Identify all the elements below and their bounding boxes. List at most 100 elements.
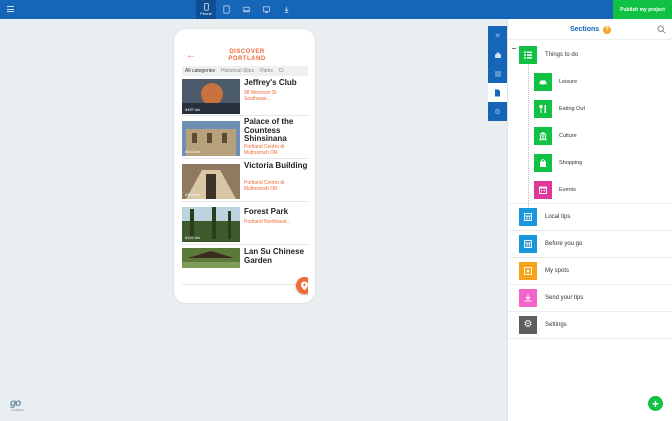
place-address: Portland Centro di Multnomah OR [244, 180, 285, 192]
plus-icon: + [651, 396, 659, 411]
section-things-to-do[interactable]: Things to do [519, 44, 578, 65]
section-label: Before you go [545, 240, 583, 247]
phone-screen: ← DISCOVER PORTLAND All categories Histo… [182, 47, 308, 309]
tab-historical-sites[interactable]: Historical Sites [218, 68, 257, 74]
grid-icon [524, 212, 532, 221]
cutlery-icon [539, 104, 546, 113]
section-label: Leisure [559, 78, 578, 85]
subsection-shopping[interactable]: Shopping [534, 152, 582, 173]
hamburger-menu-icon[interactable] [7, 6, 14, 12]
subsection-leisure[interactable]: Leisure [534, 71, 577, 92]
list-item[interactable]: Lan Su Chinese Garden [182, 247, 308, 285]
row-divider [508, 284, 672, 285]
desktop-icon [262, 6, 270, 14]
back-arrow-icon[interactable]: ← [186, 51, 196, 61]
tab-all-categories[interactable]: All categories [182, 68, 218, 74]
settings-button[interactable]: ⚙ [488, 102, 507, 121]
section-label: My spots [545, 267, 570, 274]
list-item[interactable]: 5497 km Jeffrey's Club 98 Morrison St So… [182, 78, 308, 116]
favorites-icon [524, 266, 532, 275]
place-thumbnail: 6165 km [182, 207, 240, 242]
calendar-icon [539, 186, 547, 194]
panel-title: Sections [570, 26, 600, 33]
section-label: Events [559, 186, 576, 193]
gear-icon: ⚙ [523, 319, 533, 330]
map-button[interactable] [296, 277, 308, 294]
tablet-icon [222, 5, 230, 14]
device-phone-label: Phone [200, 11, 212, 16]
place-thumbnail: 5497 km [182, 79, 240, 114]
add-section-button[interactable]: + [648, 396, 663, 411]
device-laptop-button[interactable] [236, 0, 256, 19]
home-icon [494, 51, 501, 58]
tab-more[interactable]: Ci [276, 68, 287, 74]
document-icon [495, 89, 500, 96]
subsection-eating-out[interactable]: Eating Out [534, 98, 585, 119]
subsection-culture[interactable]: Culture [534, 125, 577, 146]
place-address: Portland Northwest... [244, 219, 291, 225]
section-icon [534, 72, 552, 91]
sections-panel: Sections ? Things to do Leisure Eating O… [507, 19, 672, 421]
grid-icon [524, 239, 532, 248]
download-icon [284, 6, 288, 13]
place-thumbnail: 6004 km [182, 121, 240, 156]
list-item[interactable]: 6165 km Forest Park Portland Northwest..… [182, 204, 308, 245]
museum-icon [539, 131, 547, 140]
device-phone-button[interactable]: Phone [196, 0, 216, 19]
section-label: Send your tips [545, 294, 584, 301]
upload-icon [524, 294, 532, 301]
menu-list-button[interactable] [488, 64, 507, 83]
home-button[interactable] [488, 45, 507, 64]
tab-parks[interactable]: Parks [257, 68, 276, 74]
subsection-events[interactable]: Events [534, 179, 576, 200]
device-download-button[interactable] [276, 0, 296, 19]
place-title: Forest Park [244, 207, 289, 216]
distance-label: 6104 km [185, 192, 201, 197]
category-tabs: All categories Historical Sites Parks Ci [182, 66, 308, 76]
place-address: Portland Centro di Multnomah OR [244, 144, 285, 156]
device-tablet-button[interactable] [216, 0, 236, 19]
close-panel-button[interactable]: ✕ [488, 26, 507, 45]
section-send-your-tips[interactable]: Send your tips [519, 287, 583, 308]
section-label: Culture [559, 132, 577, 139]
distance-label: 6165 km [185, 235, 201, 240]
place-address: 98 Morrison St Southeast... [244, 90, 277, 102]
section-label: Shopping [559, 159, 583, 166]
list-item[interactable]: 6004 km Palace of the Countess Shinsinan… [182, 117, 308, 159]
section-label: Settings [545, 321, 567, 328]
section-label: Local tips [545, 213, 571, 220]
row-divider [508, 311, 672, 312]
section-icon: ⚙ [519, 315, 537, 334]
pages-button[interactable] [488, 83, 507, 102]
section-icon [534, 126, 552, 145]
section-my-spots[interactable]: My spots [519, 260, 569, 281]
phone-preview: ← DISCOVER PORTLAND All categories Histo… [174, 29, 315, 303]
row-divider [508, 203, 672, 204]
top-toolbar: Phone Publish my project [0, 0, 672, 19]
list-icon [524, 51, 532, 59]
section-label: Things to do [545, 51, 579, 58]
publish-button[interactable]: Publish my project [613, 0, 672, 19]
section-icon [534, 99, 552, 118]
search-icon[interactable] [657, 25, 666, 34]
place-title: Lan Su Chinese Garden [244, 247, 305, 265]
shopping-bag-icon [540, 158, 546, 167]
section-icon [534, 180, 552, 199]
section-icon [519, 234, 537, 253]
close-icon: ✕ [494, 32, 501, 40]
section-icon [519, 261, 537, 280]
section-local-tips[interactable]: Local tips [519, 206, 570, 227]
device-desktop-button[interactable] [256, 0, 276, 19]
list-item[interactable]: 6104 km Victoria Building Portland Centr… [182, 161, 308, 202]
section-icon [519, 45, 537, 64]
distance-label: 6004 km [185, 149, 201, 154]
help-icon[interactable]: ? [603, 26, 611, 34]
map-pin-icon [301, 281, 308, 290]
panel-header: Sections ? [508, 19, 672, 40]
section-settings[interactable]: ⚙ Settings [519, 314, 567, 335]
section-before-you-go[interactable]: Before you go [519, 233, 582, 254]
brand-tagline: GoodBarber [11, 409, 25, 412]
collapse-toggle-icon[interactable] [512, 48, 516, 49]
place-thumbnail [182, 248, 240, 268]
row-divider [508, 338, 672, 339]
